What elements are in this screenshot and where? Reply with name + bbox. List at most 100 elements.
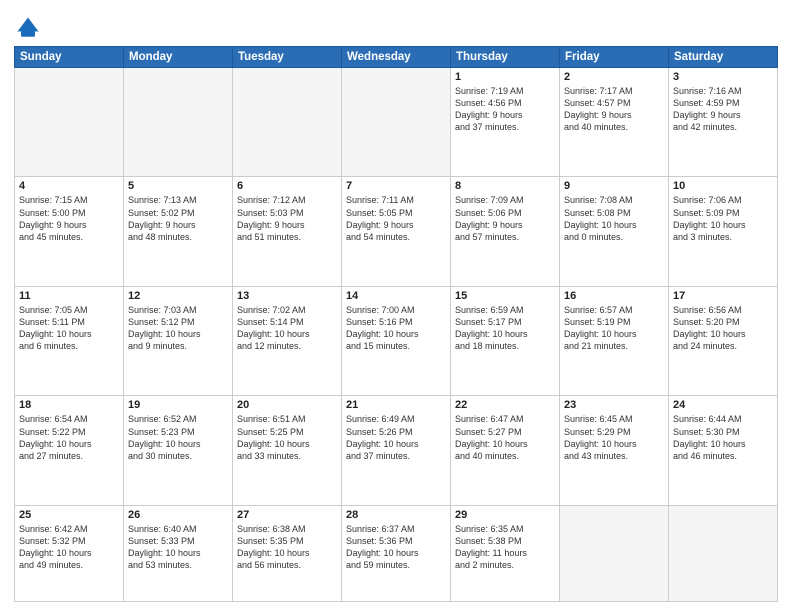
header-row: SundayMondayTuesdayWednesdayThursdayFrid…	[15, 47, 778, 68]
logo-icon	[14, 14, 42, 42]
header	[14, 10, 778, 42]
calendar-cell: 13Sunrise: 7:02 AM Sunset: 5:14 PM Dayli…	[233, 286, 342, 395]
day-number: 13	[237, 290, 337, 302]
calendar-cell: 19 Sunrise: 6:52 AM Sunset: 5:23 PM Dayli…	[124, 396, 233, 505]
week-row-4: 18Sunrise: 6:54 AM Sunset: 5:22 PM Dayli…	[15, 396, 778, 505]
day-info: Sunrise: 6:35 AM Sunset: 5:38 PM Dayligh…	[455, 523, 555, 572]
calendar-cell: 17 Sunrise: 6:56 AM Sunset: 5:20 PM Dayli…	[669, 286, 778, 395]
calendar-cell: 27 Sunrise: 6:38 AM Sunset: 5:35 PM Dayli…	[233, 505, 342, 601]
day-header-friday: Friday	[560, 47, 669, 68]
day-header-thursday: Thursday	[451, 47, 560, 68]
day-number: 23	[564, 399, 664, 411]
day-info: Sunrise: 7:06 AM Sunset: 5:09 PM Dayligh…	[673, 194, 773, 243]
calendar-cell	[15, 68, 124, 177]
day-info: Sunrise: 6:42 AM Sunset: 5:32 PM Dayligh…	[19, 523, 119, 572]
calendar-cell: 14 Sunrise: 7:00 AM Sunset: 5:16 PM Dayli…	[342, 286, 451, 395]
logo	[14, 14, 45, 42]
calendar-cell: 29 Sunrise: 6:35 AM Sunset: 5:38 PM Dayli…	[451, 505, 560, 601]
day-number: 15	[455, 290, 555, 302]
day-number: 24	[673, 399, 773, 411]
calendar-cell	[233, 68, 342, 177]
day-number: 3	[673, 71, 773, 83]
day-info: Sunrise: 7:19 AM Sunset: 4:56 PM Dayligh…	[455, 85, 555, 134]
calendar-cell: 11Sunrise: 7:05 AM Sunset: 5:11 PM Dayli…	[15, 286, 124, 395]
day-info: Sunrise: 6:40 AM Sunset: 5:33 PM Dayligh…	[128, 523, 228, 572]
calendar-cell: 26 Sunrise: 6:40 AM Sunset: 5:33 PM Dayli…	[124, 505, 233, 601]
calendar-cell: 2 Sunrise: 7:17 AM Sunset: 4:57 PM Daylig…	[560, 68, 669, 177]
day-info: Sunrise: 7:00 AM Sunset: 5:16 PM Dayligh…	[346, 304, 446, 353]
day-number: 8	[455, 180, 555, 192]
day-number: 21	[346, 399, 446, 411]
day-number: 6	[237, 180, 337, 192]
calendar-cell: 18Sunrise: 6:54 AM Sunset: 5:22 PM Dayli…	[15, 396, 124, 505]
day-info: Sunrise: 6:44 AM Sunset: 5:30 PM Dayligh…	[673, 413, 773, 462]
week-row-5: 25 Sunrise: 6:42 AM Sunset: 5:32 PM Dayli…	[15, 505, 778, 601]
day-header-saturday: Saturday	[669, 47, 778, 68]
calendar-cell: 20 Sunrise: 6:51 AM Sunset: 5:25 PM Dayli…	[233, 396, 342, 505]
day-info: Sunrise: 7:16 AM Sunset: 4:59 PM Dayligh…	[673, 85, 773, 134]
day-number: 19	[128, 399, 228, 411]
calendar-cell: 5 Sunrise: 7:13 AM Sunset: 5:02 PM Daylig…	[124, 177, 233, 286]
week-row-1: 1 Sunrise: 7:19 AM Sunset: 4:56 PM Daylig…	[15, 68, 778, 177]
calendar-cell: 12 Sunrise: 7:03 AM Sunset: 5:12 PM Dayli…	[124, 286, 233, 395]
calendar-cell: 9Sunrise: 7:08 AM Sunset: 5:08 PM Daylig…	[560, 177, 669, 286]
day-number: 1	[455, 71, 555, 83]
day-info: Sunrise: 6:47 AM Sunset: 5:27 PM Dayligh…	[455, 413, 555, 462]
calendar-cell: 23 Sunrise: 6:45 AM Sunset: 5:29 PM Dayli…	[560, 396, 669, 505]
day-info: Sunrise: 6:51 AM Sunset: 5:25 PM Dayligh…	[237, 413, 337, 462]
calendar-cell: 7 Sunrise: 7:11 AM Sunset: 5:05 PM Daylig…	[342, 177, 451, 286]
day-info: Sunrise: 7:17 AM Sunset: 4:57 PM Dayligh…	[564, 85, 664, 134]
day-info: Sunrise: 6:52 AM Sunset: 5:23 PM Dayligh…	[128, 413, 228, 462]
day-info: Sunrise: 6:57 AM Sunset: 5:19 PM Dayligh…	[564, 304, 664, 353]
day-info: Sunrise: 7:12 AM Sunset: 5:03 PM Dayligh…	[237, 194, 337, 243]
day-info: Sunrise: 6:54 AM Sunset: 5:22 PM Dayligh…	[19, 413, 119, 462]
day-info: Sunrise: 7:05 AM Sunset: 5:11 PM Dayligh…	[19, 304, 119, 353]
calendar-cell: 8 Sunrise: 7:09 AM Sunset: 5:06 PM Daylig…	[451, 177, 560, 286]
day-number: 5	[128, 180, 228, 192]
day-info: Sunrise: 7:08 AM Sunset: 5:08 PM Dayligh…	[564, 194, 664, 243]
calendar-cell: 21 Sunrise: 6:49 AM Sunset: 5:26 PM Dayli…	[342, 396, 451, 505]
day-number: 14	[346, 290, 446, 302]
calendar-table: SundayMondayTuesdayWednesdayThursdayFrid…	[14, 46, 778, 602]
day-info: Sunrise: 7:13 AM Sunset: 5:02 PM Dayligh…	[128, 194, 228, 243]
page: SundayMondayTuesdayWednesdayThursdayFrid…	[0, 0, 792, 612]
day-info: Sunrise: 7:03 AM Sunset: 5:12 PM Dayligh…	[128, 304, 228, 353]
day-number: 28	[346, 509, 446, 521]
calendar-cell: 4 Sunrise: 7:15 AM Sunset: 5:00 PM Daylig…	[15, 177, 124, 286]
day-number: 17	[673, 290, 773, 302]
calendar-cell	[342, 68, 451, 177]
day-header-monday: Monday	[124, 47, 233, 68]
calendar-cell	[560, 505, 669, 601]
calendar-cell: 6 Sunrise: 7:12 AM Sunset: 5:03 PM Daylig…	[233, 177, 342, 286]
week-row-3: 11Sunrise: 7:05 AM Sunset: 5:11 PM Dayli…	[15, 286, 778, 395]
calendar-cell: 15 Sunrise: 6:59 AM Sunset: 5:17 PM Dayli…	[451, 286, 560, 395]
day-number: 29	[455, 509, 555, 521]
day-info: Sunrise: 6:59 AM Sunset: 5:17 PM Dayligh…	[455, 304, 555, 353]
day-info: Sunrise: 7:15 AM Sunset: 5:00 PM Dayligh…	[19, 194, 119, 243]
day-info: Sunrise: 7:09 AM Sunset: 5:06 PM Dayligh…	[455, 194, 555, 243]
day-header-sunday: Sunday	[15, 47, 124, 68]
day-info: Sunrise: 6:45 AM Sunset: 5:29 PM Dayligh…	[564, 413, 664, 462]
day-header-tuesday: Tuesday	[233, 47, 342, 68]
day-number: 12	[128, 290, 228, 302]
day-number: 25	[19, 509, 119, 521]
day-number: 2	[564, 71, 664, 83]
day-number: 10	[673, 180, 773, 192]
day-info: Sunrise: 7:11 AM Sunset: 5:05 PM Dayligh…	[346, 194, 446, 243]
calendar-cell: 3 Sunrise: 7:16 AM Sunset: 4:59 PM Daylig…	[669, 68, 778, 177]
calendar-cell: 28Sunrise: 6:37 AM Sunset: 5:36 PM Dayli…	[342, 505, 451, 601]
day-number: 26	[128, 509, 228, 521]
day-number: 22	[455, 399, 555, 411]
week-row-2: 4 Sunrise: 7:15 AM Sunset: 5:00 PM Daylig…	[15, 177, 778, 286]
day-number: 4	[19, 180, 119, 192]
day-number: 7	[346, 180, 446, 192]
day-info: Sunrise: 6:38 AM Sunset: 5:35 PM Dayligh…	[237, 523, 337, 572]
calendar-cell: 16Sunrise: 6:57 AM Sunset: 5:19 PM Dayli…	[560, 286, 669, 395]
calendar-cell: 10 Sunrise: 7:06 AM Sunset: 5:09 PM Dayli…	[669, 177, 778, 286]
calendar-cell	[669, 505, 778, 601]
calendar-cell: 25 Sunrise: 6:42 AM Sunset: 5:32 PM Dayli…	[15, 505, 124, 601]
day-number: 27	[237, 509, 337, 521]
day-number: 20	[237, 399, 337, 411]
day-info: Sunrise: 6:56 AM Sunset: 5:20 PM Dayligh…	[673, 304, 773, 353]
day-info: Sunrise: 6:49 AM Sunset: 5:26 PM Dayligh…	[346, 413, 446, 462]
